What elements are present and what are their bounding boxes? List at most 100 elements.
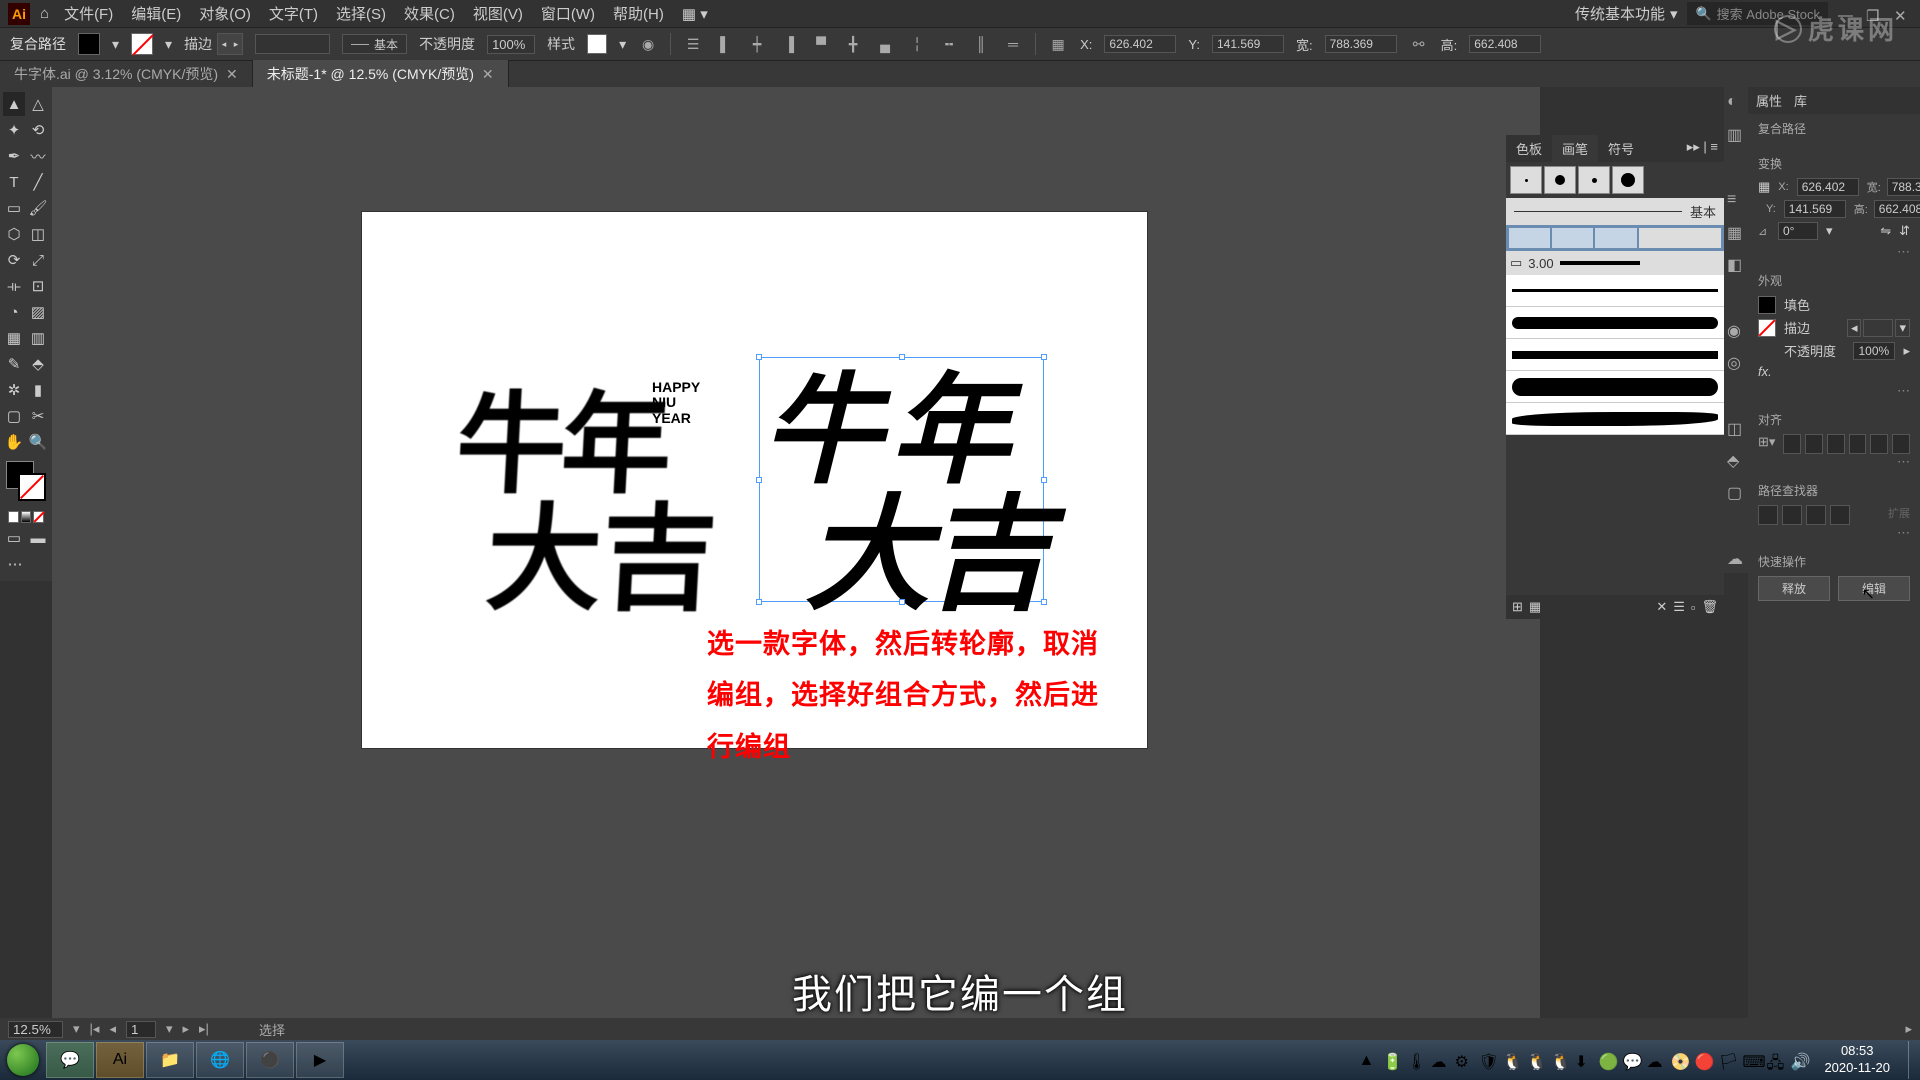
tray-icon[interactable]: ⌨ — [1742, 1052, 1758, 1068]
ref-point-icon[interactable]: ▦ — [1758, 179, 1770, 195]
libraries-icon[interactable]: ☁ — [1727, 549, 1745, 567]
pathfinder-intersect[interactable] — [1806, 505, 1826, 525]
line-tool[interactable]: ╱ — [27, 170, 49, 194]
stroke-swatch[interactable] — [131, 33, 153, 55]
tray-icon[interactable]: 🔋 — [1382, 1052, 1398, 1068]
gradient-tool[interactable]: ▥ — [27, 326, 49, 350]
taskbar-illustrator[interactable]: Ai — [96, 1042, 144, 1078]
align-left-icon[interactable]: ▌ — [715, 34, 735, 54]
brush-dot[interactable] — [1578, 166, 1610, 194]
close-icon[interactable]: ✕ — [226, 66, 238, 83]
zoom-tool[interactable]: 🔍 — [27, 430, 49, 454]
dist-v-icon[interactable]: ╍ — [939, 34, 959, 54]
appearance-icon[interactable]: ◉ — [1727, 321, 1745, 339]
selection-handle[interactable] — [1041, 599, 1047, 605]
align-vcenter[interactable] — [1870, 434, 1888, 454]
tray-icon[interactable]: ☁ — [1430, 1052, 1446, 1068]
align-left[interactable] — [1783, 434, 1801, 454]
fill-color[interactable] — [1758, 296, 1776, 314]
align-top-icon[interactable]: ▀ — [811, 34, 831, 54]
release-button[interactable]: 释放 — [1758, 576, 1830, 601]
prop-opacity-input[interactable] — [1853, 342, 1895, 360]
zoom-level[interactable] — [8, 1021, 63, 1038]
taskbar-browser[interactable]: 🌐 — [196, 1042, 244, 1078]
prop-y-input[interactable] — [1784, 200, 1846, 218]
magic-wand-tool[interactable]: ✦ — [3, 118, 25, 142]
free-transform-tool[interactable]: ⊡ — [27, 274, 49, 298]
curvature-tool[interactable]: 〰 — [27, 144, 49, 168]
h-input[interactable] — [1469, 35, 1541, 53]
selection-handle[interactable] — [1041, 354, 1047, 360]
tray-icon[interactable]: 🌡 — [1406, 1052, 1422, 1068]
y-input[interactable] — [1212, 35, 1284, 53]
stroke-color[interactable] — [1758, 319, 1776, 337]
tray-icon[interactable]: 🐧 — [1550, 1052, 1566, 1068]
tray-icon[interactable]: 📀 — [1670, 1052, 1686, 1068]
brush-basic[interactable]: 基本 — [1506, 198, 1724, 225]
menu-effect[interactable]: 效果(C) — [404, 3, 455, 24]
fill-swatch[interactable] — [78, 33, 100, 55]
artboards-icon[interactable]: ▢ — [1727, 483, 1745, 501]
tray-icon[interactable]: 🏳 — [1718, 1052, 1734, 1068]
recolor-icon[interactable]: ◉ — [638, 34, 658, 54]
menu-select[interactable]: 选择(S) — [336, 3, 386, 24]
screen-mode-normal[interactable]: ▭ — [3, 526, 25, 550]
start-button[interactable] — [0, 1040, 45, 1080]
tray-volume-icon[interactable]: 🔊 — [1790, 1052, 1806, 1068]
show-desktop[interactable] — [1908, 1041, 1916, 1079]
screen-mode-full[interactable]: ▬ — [27, 526, 49, 550]
menu-file[interactable]: 文件(F) — [64, 3, 113, 24]
align-hcenter-icon[interactable]: ┿ — [747, 34, 767, 54]
align-top[interactable] — [1849, 434, 1867, 454]
eyedropper-tool[interactable]: ✎ — [3, 352, 25, 376]
library-menu-icon[interactable]: ▦ — [1529, 599, 1541, 615]
dist-hs-icon[interactable]: ║ — [971, 34, 991, 54]
rotate-tool[interactable]: ⟳ — [3, 248, 25, 272]
menu-help[interactable]: 帮助(H) — [613, 3, 664, 24]
flip-v-icon[interactable]: ⇵ — [1899, 223, 1910, 239]
slice-tool[interactable]: ✂ — [27, 404, 49, 428]
shape-builder-tool[interactable]: ◔ — [3, 300, 25, 324]
doc-tab-1[interactable]: 牛字体.ai @ 3.12% (CMYK/预览)✕ — [0, 60, 253, 88]
align-right[interactable] — [1827, 434, 1845, 454]
new-brush-icon[interactable]: ▫ — [1691, 600, 1696, 615]
blend-tool[interactable]: ⬘ — [27, 352, 49, 376]
stock-search[interactable]: 🔍搜索 Adobe Stock — [1687, 2, 1828, 25]
window-close[interactable]: ✕ — [1894, 7, 1912, 21]
graphic-styles-icon[interactable]: ◎ — [1727, 353, 1745, 371]
taskbar-clock[interactable]: 08:532020-11-20 — [1814, 1043, 1900, 1077]
artwork-selected[interactable]: 牛 年 大 吉 — [759, 357, 1044, 602]
taskbar-obs[interactable]: ⚫ — [246, 1042, 294, 1078]
options-icon[interactable]: ☰ — [1673, 599, 1685, 615]
close-icon[interactable]: ✕ — [482, 66, 494, 83]
opacity-input[interactable] — [487, 35, 535, 54]
stroke-panel-icon[interactable]: ≡ — [1727, 191, 1745, 209]
pathfinder-minus[interactable] — [1782, 505, 1802, 525]
hand-tool[interactable]: ✋ — [3, 430, 25, 454]
brush-item[interactable] — [1506, 339, 1724, 371]
symbol-sprayer-tool[interactable]: ✲ — [3, 378, 25, 402]
selection-handle[interactable] — [756, 477, 762, 483]
selection-handle[interactable] — [899, 354, 905, 360]
gradient-panel-icon[interactable]: ▦ — [1727, 223, 1745, 241]
brush-dot[interactable] — [1612, 166, 1644, 194]
dist-h-icon[interactable]: ╎ — [907, 34, 927, 54]
libraries-tab[interactable]: 库 — [1794, 91, 1807, 110]
brush-item[interactable] — [1506, 307, 1724, 339]
menu-view[interactable]: 视图(V) — [473, 3, 523, 24]
menu-window[interactable]: 窗口(W) — [541, 3, 595, 24]
direct-selection-tool[interactable]: △ — [27, 92, 49, 116]
home-icon[interactable]: ⌂ — [40, 5, 49, 22]
brush-item[interactable] — [1506, 403, 1724, 435]
tray-icon[interactable]: 🟢 — [1598, 1052, 1614, 1068]
width-tool[interactable]: ⟛ — [3, 274, 25, 298]
mesh-tool[interactable]: ▦ — [3, 326, 25, 350]
brushes-tab[interactable]: 画笔 — [1552, 135, 1598, 162]
prop-x-input[interactable] — [1797, 178, 1859, 196]
menu-object[interactable]: 对象(O) — [199, 3, 251, 24]
properties-tab[interactable]: 属性 — [1756, 91, 1782, 110]
paintbrush-tool[interactable]: 🖌 — [27, 196, 49, 220]
layers-icon[interactable]: ◫ — [1727, 419, 1745, 437]
tray-icon[interactable]: 🐧 — [1502, 1052, 1518, 1068]
shaper-tool[interactable]: ⬡ — [3, 222, 25, 246]
